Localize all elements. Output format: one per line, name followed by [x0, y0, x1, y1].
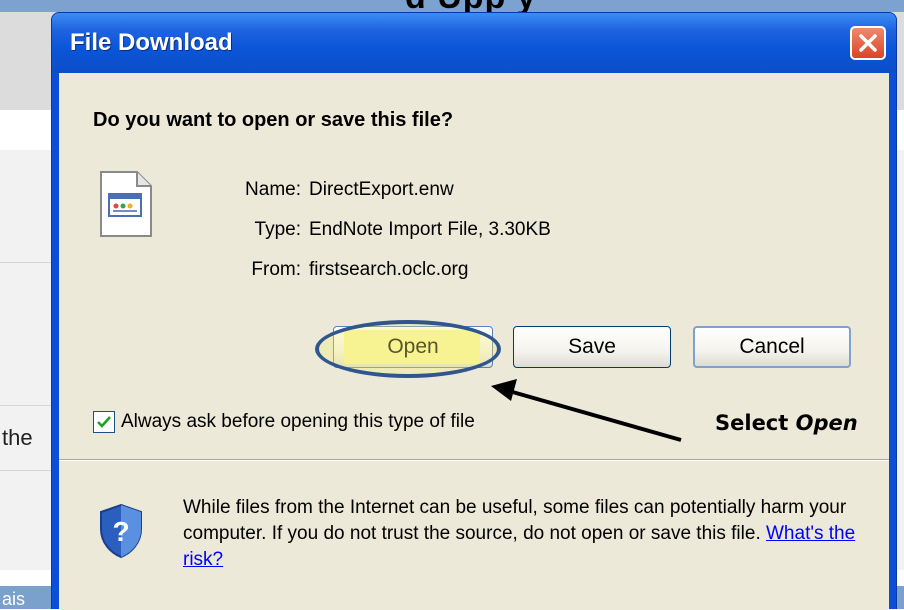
- cancel-button-label: Cancel: [739, 335, 805, 358]
- dialog-title: File Download: [70, 29, 233, 56]
- checkmark-icon: [97, 416, 111, 428]
- background-side-text: the: [2, 425, 33, 450]
- file-name-row: Name: DirectExport.enw: [245, 179, 454, 201]
- always-ask-label: Always ask before opening this type of f…: [121, 411, 475, 432]
- file-from-row: From: firstsearch.oclc.org: [251, 259, 469, 281]
- file-type-label: Type:: [254, 219, 301, 240]
- always-ask-checkbox[interactable]: [93, 411, 115, 433]
- svg-text:?: ?: [112, 516, 129, 547]
- file-name-label: Name:: [245, 179, 301, 200]
- annotation-text: Select Open: [715, 411, 858, 435]
- dialog-titlebar[interactable]: File Download: [52, 13, 896, 73]
- security-warning: While files from the Internet can be use…: [183, 495, 863, 573]
- close-icon: [859, 34, 877, 52]
- save-button[interactable]: Save: [513, 326, 671, 368]
- background-bottom-text: ais: [2, 589, 26, 609]
- dialog-question: Do you want to open or save this file?: [93, 109, 454, 131]
- dialog-separator-highlight: [59, 460, 889, 461]
- open-button-label: Open: [387, 335, 439, 358]
- file-download-dialog: File Download Do you want to open or sav…: [51, 12, 897, 610]
- annotation-emphasis: Open: [795, 411, 858, 435]
- cancel-button[interactable]: Cancel: [693, 326, 851, 368]
- security-warning-text: While files from the Internet can be use…: [183, 497, 847, 544]
- file-type-row: Type: EndNote Import File, 3.30KB: [255, 219, 551, 241]
- close-button[interactable]: [850, 26, 886, 60]
- annotation-prefix: Select: [715, 411, 789, 435]
- shield-question-icon: ?: [100, 503, 142, 559]
- file-name-value: DirectExport.enw: [309, 179, 454, 200]
- save-button-label: Save: [568, 335, 616, 358]
- document-file-icon: [100, 171, 152, 237]
- file-from-value: firstsearch.oclc.org: [309, 259, 469, 280]
- file-from-label: From:: [251, 259, 301, 280]
- file-type-value: EndNote Import File, 3.30KB: [309, 219, 551, 240]
- open-button[interactable]: Open: [333, 326, 493, 368]
- dialog-body: Do you want to open or save this file? N…: [59, 73, 889, 610]
